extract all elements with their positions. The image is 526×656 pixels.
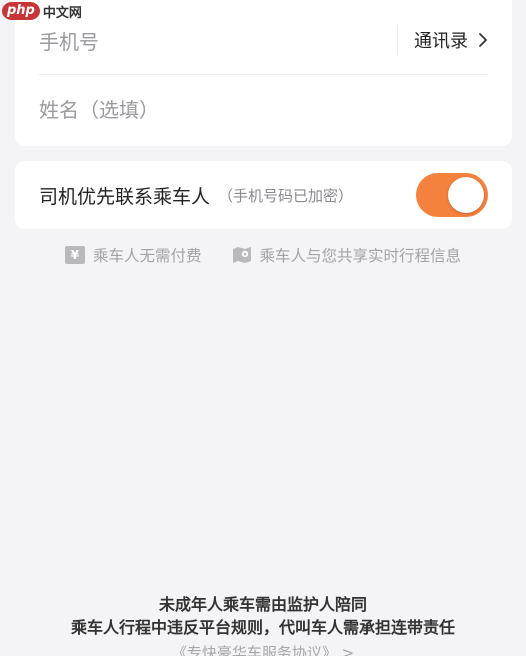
encryption-note: （手机号码已加密） [218,186,354,205]
name-input[interactable]: 姓名（选填） [39,94,159,123]
toggle-knob [448,177,484,213]
driver-contact-card: 司机优先联系乘车人 （手机号码已加密） [15,161,512,229]
name-row: 姓名（选填） [39,86,488,130]
form-divider [39,74,488,75]
watermark-text: 中文网 [42,5,82,21]
service-agreement-link[interactable]: 《专快豪华车服务协议》 > [0,642,526,656]
phone-input[interactable]: 手机号 [39,26,99,55]
no-payment-info: ¥ 乘车人无需付费 [64,244,202,266]
info-row: ¥ 乘车人无需付费 乘车人与您共享实时行程信息 [0,244,526,266]
share-trip-info: 乘车人与您共享实时行程信息 [232,244,462,266]
contacts-label: 通讯录 [414,31,468,52]
contacts-divider [397,25,398,55]
watermark: php 中文网 [2,0,82,22]
watermark-logo: php [2,2,40,20]
liability-notice: 乘车人行程中违反平台规则，代叫车人需承担连带责任 [70,618,455,637]
passenger-form-card: 手机号 通讯录 姓名（选填） [15,0,512,146]
phone-row: 手机号 通讯录 [39,18,488,62]
driver-contact-toggle[interactable] [416,173,488,217]
chevron-right-icon [479,33,487,47]
share-trip-text: 乘车人与您共享实时行程信息 [259,247,462,265]
no-payment-text: 乘车人无需付费 [92,247,202,265]
map-share-icon [232,247,251,263]
driver-contact-label: 司机优先联系乘车人 [39,185,211,208]
minor-notice: 未成年人乘车需由监护人陪同 [158,595,367,614]
yen-icon: ¥ [64,246,85,264]
contacts-button[interactable]: 通讯录 [397,25,488,55]
